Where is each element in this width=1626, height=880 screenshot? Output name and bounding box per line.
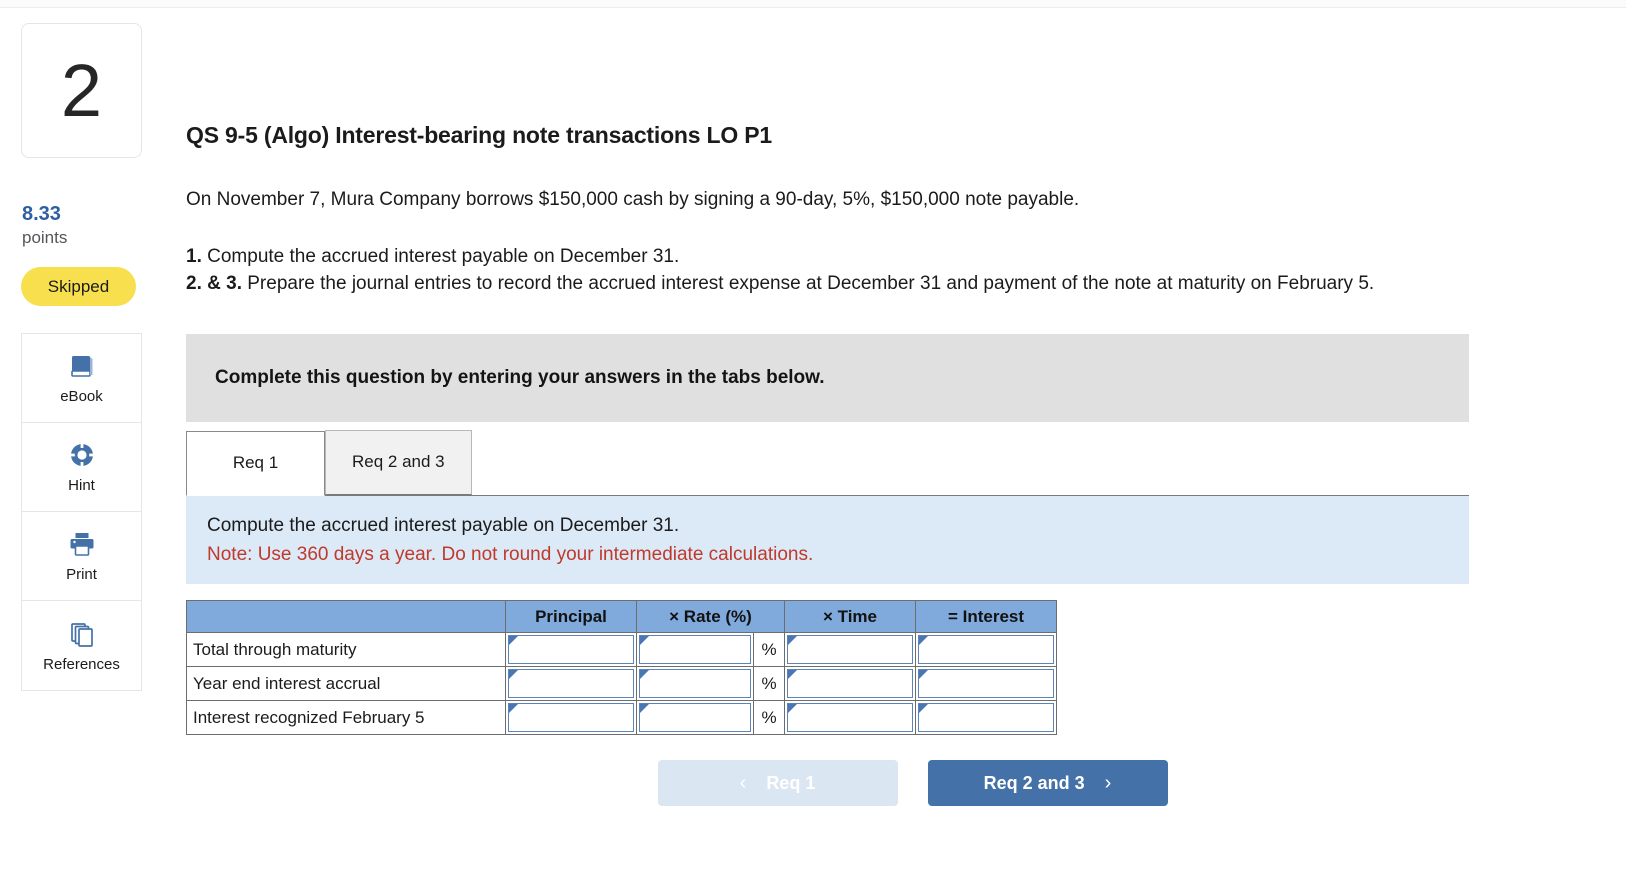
interest-calculation-table: Principal × Rate (%) × Time = Interest T… xyxy=(186,600,1057,736)
requirement-23-text: Prepare the journal entries to record th… xyxy=(241,272,1375,294)
tool-hint-label: Hint xyxy=(68,477,95,495)
tab-req-1[interactable]: Req 1 xyxy=(186,430,325,496)
tab-req-2-and-3[interactable]: Req 2 and 3 xyxy=(325,429,472,495)
cell-principal-row2[interactable] xyxy=(505,666,637,702)
requirement-23-num: 2. & 3. xyxy=(186,272,242,294)
requirement-1: 1. Compute the accrued interest payable … xyxy=(186,244,1558,271)
col-header-interest: = Interest xyxy=(915,600,1057,634)
cell-interest-row2[interactable] xyxy=(915,666,1057,702)
lifering-icon xyxy=(67,441,97,471)
input-time-row2[interactable] xyxy=(787,669,913,699)
col-header-time: × Time xyxy=(784,600,916,634)
input-rate-row2[interactable] xyxy=(639,669,751,699)
points-value: 8.33 xyxy=(22,203,61,225)
requirement-navigation: ‹ Req 1 Req 2 and 3 › xyxy=(186,760,1469,807)
next-req-button[interactable]: Req 2 and 3 › xyxy=(927,760,1168,807)
printer-icon xyxy=(67,530,97,560)
percent-symbol-row1: % xyxy=(753,632,785,668)
input-interest-row3[interactable] xyxy=(918,703,1054,733)
cell-rate-row1[interactable] xyxy=(636,632,754,668)
input-interest-row1[interactable] xyxy=(918,635,1054,665)
question-main: QS 9-5 (Algo) Interest-bearing note tran… xyxy=(186,0,1626,807)
requirement-1-num: 1. xyxy=(186,245,202,267)
input-time-row3[interactable] xyxy=(787,703,913,733)
scenario-text: On November 7, Mura Company borrows $150… xyxy=(186,189,1080,210)
page-title: QS 9-5 (Algo) Interest-bearing note tran… xyxy=(186,122,773,148)
table-header-row: Principal × Rate (%) × Time = Interest xyxy=(186,600,1057,634)
instruction-banner-text: Complete this question by entering your … xyxy=(215,366,825,388)
requirement-23: 2. & 3. Prepare the journal entries to r… xyxy=(186,271,1558,298)
question-number-box: 2 xyxy=(21,23,142,158)
tool-print-label: Print xyxy=(66,566,97,584)
input-time-row1[interactable] xyxy=(787,635,913,665)
input-rate-row1[interactable] xyxy=(639,635,751,665)
input-rate-row3[interactable] xyxy=(639,703,751,733)
row-label-total-through-maturity: Total through maturity xyxy=(186,632,506,668)
cell-rate-row2[interactable] xyxy=(636,666,754,702)
col-header-blank xyxy=(186,600,506,634)
chevron-left-icon: ‹ xyxy=(739,772,747,795)
tool-hint[interactable]: Hint xyxy=(22,423,141,513)
prev-req-label: Req 1 xyxy=(766,772,816,793)
tab-req-2-and-3-label: Req 2 and 3 xyxy=(352,452,445,472)
col-header-rate: × Rate (%) xyxy=(636,600,785,634)
requirement-1-text: Compute the accrued interest payable on … xyxy=(201,245,680,267)
requirement-instruction-text: Compute the accrued interest payable on … xyxy=(207,514,680,536)
tool-references[interactable]: References xyxy=(22,601,141,690)
cell-time-row1[interactable] xyxy=(784,632,916,668)
tool-stack: eBook Hint Print References xyxy=(21,333,142,692)
next-req-label: Req 2 and 3 xyxy=(983,772,1085,793)
table-row: Interest recognized February 5 % xyxy=(186,700,1057,736)
col-header-principal: Principal xyxy=(505,600,637,634)
cell-time-row3[interactable] xyxy=(784,700,916,736)
chevron-right-icon: › xyxy=(1104,772,1112,795)
tool-references-label: References xyxy=(43,655,120,673)
cell-rate-row3[interactable] xyxy=(636,700,754,736)
cell-principal-row1[interactable] xyxy=(505,632,637,668)
cell-interest-row3[interactable] xyxy=(915,700,1057,736)
requirement-instructions-panel: Compute the accrued interest payable on … xyxy=(186,495,1469,585)
row-label-year-end-interest-accrual: Year end interest accrual xyxy=(186,666,506,702)
input-interest-row2[interactable] xyxy=(918,669,1054,699)
cell-time-row2[interactable] xyxy=(784,666,916,702)
prev-req-button[interactable]: ‹ Req 1 xyxy=(657,760,898,807)
percent-symbol-row2: % xyxy=(753,666,785,702)
points-label: points xyxy=(22,228,68,247)
instruction-banner: Complete this question by entering your … xyxy=(186,333,1469,422)
ebook-icon xyxy=(67,352,97,382)
input-principal-row2[interactable] xyxy=(508,669,634,699)
cell-principal-row3[interactable] xyxy=(505,700,637,736)
points-block: 8.33 points xyxy=(21,203,163,249)
table-row: Total through maturity % xyxy=(186,632,1057,668)
input-principal-row1[interactable] xyxy=(508,635,634,665)
cell-interest-row1[interactable] xyxy=(915,632,1057,668)
tab-req-1-label: Req 1 xyxy=(232,453,279,473)
question-number: 2 xyxy=(60,48,103,132)
tool-print[interactable]: Print xyxy=(22,512,141,602)
requirements-block: 1. Compute the accrued interest payable … xyxy=(186,244,1558,298)
table-row: Year end interest accrual % xyxy=(186,666,1057,702)
requirement-note-text: Note: Use 360 days a year. Do not round … xyxy=(207,543,814,565)
percent-symbol-row3: % xyxy=(753,700,785,736)
pages-icon xyxy=(67,620,97,650)
tool-ebook-label: eBook xyxy=(60,388,103,406)
question-rail: 2 8.33 points Skipped eBook Hint Print R… xyxy=(21,23,163,692)
requirement-tabs: Req 1 Req 2 and 3 xyxy=(186,429,1469,496)
tool-ebook[interactable]: eBook xyxy=(22,334,141,424)
input-principal-row3[interactable] xyxy=(508,703,634,733)
row-label-interest-recognized-february-5: Interest recognized February 5 xyxy=(186,700,506,736)
question-body: On November 7, Mura Company borrows $150… xyxy=(186,187,1558,298)
status-badge: Skipped xyxy=(21,267,136,307)
